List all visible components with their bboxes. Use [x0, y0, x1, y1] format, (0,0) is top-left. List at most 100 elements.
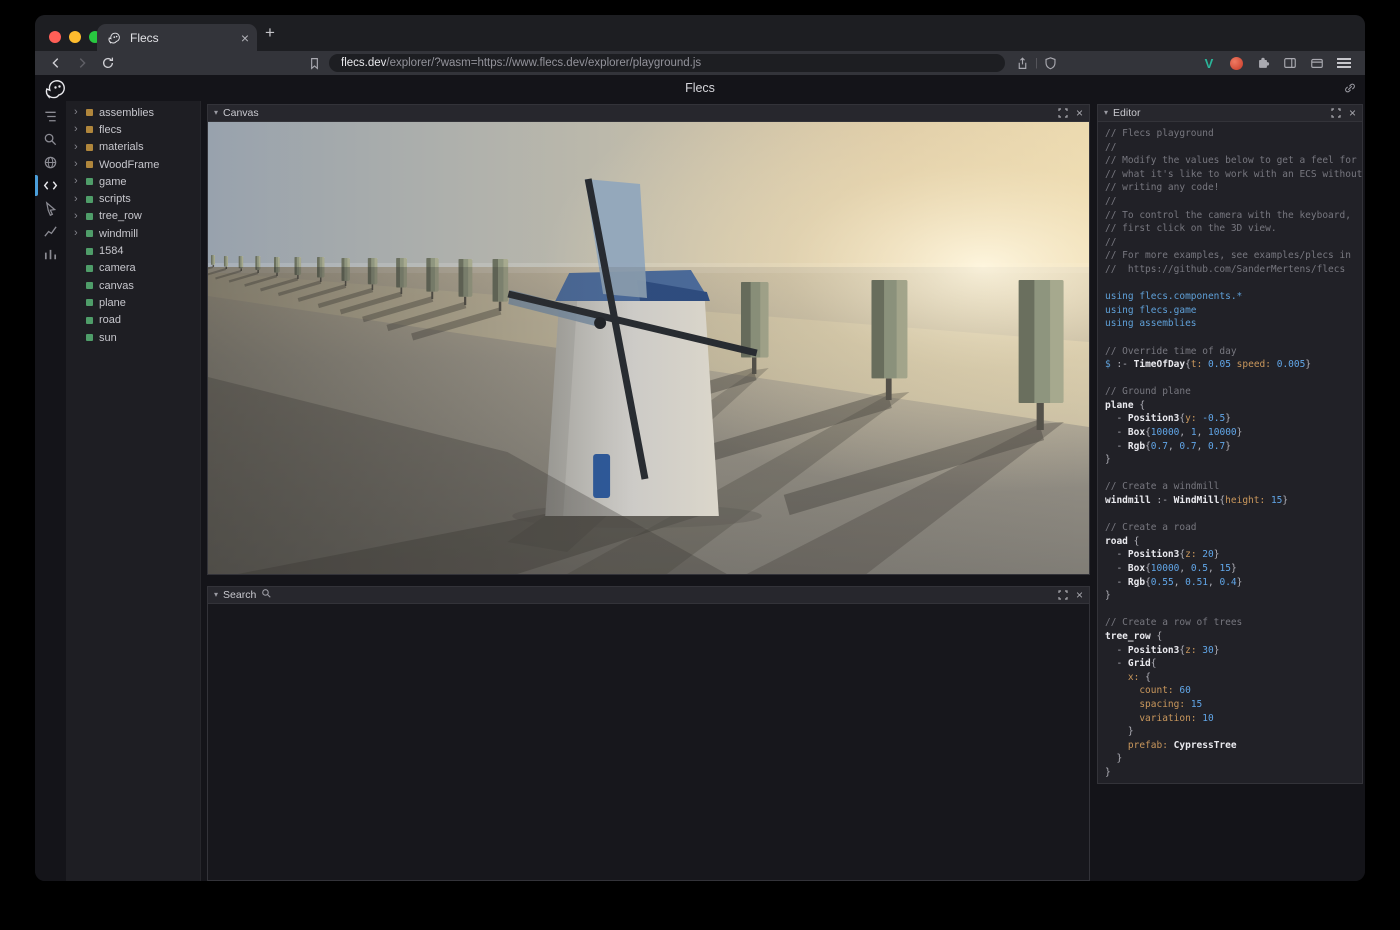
extension-v-icon[interactable]: V — [1200, 54, 1218, 72]
reload-button[interactable] — [99, 54, 117, 72]
tree-item-scripts[interactable]: › scripts — [66, 190, 200, 207]
search-results-area[interactable] — [208, 604, 1089, 880]
bookmark-icon[interactable] — [305, 54, 323, 72]
expand-arrow-icon[interactable]: › — [74, 194, 84, 205]
canvas-panel-title: Canvas — [223, 107, 259, 119]
flecs-logo — [43, 77, 67, 101]
editor-code[interactable]: // Flecs playground//// Modify the value… — [1098, 122, 1362, 783]
shield-icon[interactable] — [1042, 54, 1060, 72]
close-panel-icon[interactable]: × — [1076, 589, 1083, 601]
tree-item-label: camera — [99, 262, 136, 274]
tree-item-windmill[interactable]: ›windmill — [66, 225, 200, 242]
expand-arrow-icon[interactable]: › — [74, 228, 84, 239]
editor-panel: ▾ Editor × // Flecs playground//// Modif… — [1097, 104, 1363, 784]
tree-item-1584[interactable]: 1584 — [66, 242, 200, 259]
code-line: - Grid{ — [1105, 657, 1362, 671]
module-square-icon — [86, 126, 93, 133]
tree-item-label: canvas — [99, 280, 134, 292]
collapse-caret-icon[interactable]: ▾ — [1104, 109, 1108, 117]
close-panel-icon[interactable]: × — [1076, 107, 1083, 119]
code-line: spacing: 15 — [1105, 698, 1362, 712]
side-panel-icon[interactable] — [1281, 54, 1299, 72]
expand-arrow-icon[interactable]: › — [74, 211, 84, 222]
code-line: x: { — [1105, 671, 1362, 685]
code-line — [1105, 467, 1362, 481]
tree-item-road[interactable]: road — [66, 312, 200, 329]
expand-arrow-icon[interactable]: › — [74, 124, 84, 135]
tree-item-label: sun — [99, 332, 117, 344]
world-icon[interactable] — [39, 151, 62, 174]
fullscreen-icon[interactable] — [1331, 108, 1341, 118]
query-search-icon[interactable] — [39, 128, 62, 151]
tab-title: Flecs — [130, 31, 234, 45]
menu-icon[interactable] — [1335, 54, 1353, 72]
code-line: $ :- TimeOfDay{t: 0.05 speed: 0.005} — [1105, 358, 1362, 372]
tree-item-camera[interactable]: camera — [66, 260, 200, 277]
code-line — [1105, 331, 1362, 345]
code-line: // Override time of day — [1105, 345, 1362, 359]
extension-red-icon[interactable] — [1227, 54, 1245, 72]
entities-tree-icon[interactable] — [39, 105, 62, 128]
code-line: - Position3{z: 30} — [1105, 644, 1362, 658]
code-line: - Position3{z: 20} — [1105, 548, 1362, 562]
expand-arrow-icon[interactable]: › — [74, 159, 84, 170]
tree-item-flecs[interactable]: › flecs — [66, 121, 200, 138]
tree-item-label: WoodFrame — [99, 159, 159, 171]
tree-item-label: game — [99, 176, 127, 188]
forward-button[interactable] — [73, 54, 91, 72]
expand-arrow-icon[interactable]: › — [74, 107, 84, 118]
code-line: - Position3{y: -0.5} — [1105, 412, 1362, 426]
code-editor-icon[interactable] — [39, 174, 62, 197]
close-panel-icon[interactable]: × — [1349, 107, 1356, 119]
tree-item-WoodFrame[interactable]: › WoodFrame — [66, 156, 200, 173]
canvas-panel-header[interactable]: ▾ Canvas × — [208, 105, 1089, 122]
wallet-icon[interactable] — [1308, 54, 1326, 72]
entity-square-icon — [86, 178, 93, 185]
tree-item-plane[interactable]: plane — [66, 294, 200, 311]
tree-item-canvas[interactable]: canvas — [66, 277, 200, 294]
extensions-puzzle-icon[interactable] — [1254, 54, 1272, 72]
tree-item-label: scripts — [99, 193, 131, 205]
editor-panel-header[interactable]: ▾ Editor × — [1098, 105, 1362, 122]
tree-item-label: flecs — [99, 124, 122, 136]
minimize-window-button[interactable] — [69, 31, 81, 43]
canvas-3d-view[interactable] — [208, 122, 1089, 574]
back-button[interactable] — [47, 54, 65, 72]
tree-item-tree_row[interactable]: › tree_row — [66, 208, 200, 225]
browser-tab[interactable]: Flecs × — [97, 24, 257, 51]
code-line: // Create a windmill — [1105, 480, 1362, 494]
tree-item-label: tree_row — [99, 210, 142, 222]
collapse-caret-icon[interactable]: ▾ — [214, 591, 218, 599]
code-line — [1105, 372, 1362, 386]
new-tab-button[interactable]: + — [265, 23, 275, 43]
share-link-icon[interactable] — [1343, 81, 1357, 95]
share-icon[interactable] — [1013, 54, 1031, 72]
metrics-icon[interactable] — [39, 243, 62, 266]
code-line: // what it's like to work with an ECS wi… — [1105, 168, 1362, 182]
code-line — [1105, 603, 1362, 617]
stats-chart-icon[interactable] — [39, 220, 62, 243]
search-panel-header[interactable]: ▾ Search × — [208, 587, 1089, 604]
browser-window: Flecs × + flecs.dev/explorer/?wasm=https… — [35, 15, 1365, 881]
code-line: using assemblies — [1105, 317, 1362, 331]
fullscreen-icon[interactable] — [1058, 108, 1068, 118]
tree-item-sun[interactable]: sun — [66, 329, 200, 346]
close-window-button[interactable] — [49, 31, 61, 43]
code-line: // https://github.com/SanderMertens/flec… — [1105, 263, 1362, 277]
code-line: // writing any code! — [1105, 181, 1362, 195]
inspector-cursor-icon[interactable] — [39, 197, 62, 220]
search-panel: ▾ Search × — [207, 586, 1090, 881]
entity-square-icon — [86, 230, 93, 237]
expand-arrow-icon[interactable]: › — [74, 176, 84, 187]
tab-close-icon[interactable]: × — [241, 31, 249, 45]
address-bar[interactable]: flecs.dev/explorer/?wasm=https://www.fle… — [329, 54, 1005, 72]
fullscreen-icon[interactable] — [1058, 590, 1068, 600]
expand-arrow-icon[interactable]: › — [74, 142, 84, 153]
entity-square-icon — [86, 196, 93, 203]
tree-item-game[interactable]: › game — [66, 173, 200, 190]
code-line: } — [1105, 725, 1362, 739]
collapse-caret-icon[interactable]: ▾ — [214, 109, 218, 117]
tree-item-materials[interactable]: ›materials — [66, 139, 200, 156]
search-panel-title: Search — [223, 589, 256, 601]
tree-item-assemblies[interactable]: ›assemblies — [66, 104, 200, 121]
